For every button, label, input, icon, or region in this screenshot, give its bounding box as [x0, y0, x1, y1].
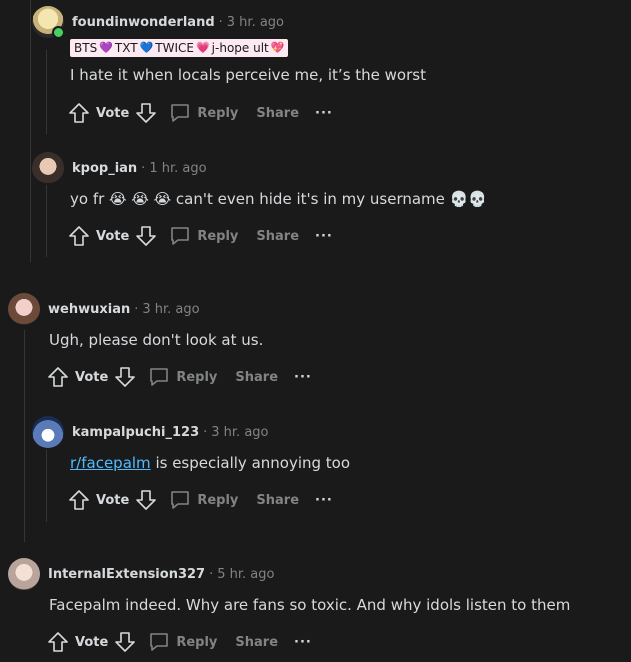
- reply-button[interactable]: Reply: [169, 225, 238, 247]
- username[interactable]: kpop_ian: [72, 161, 137, 176]
- comment-actions: Vote Reply Share ···: [47, 628, 312, 656]
- comment: kpop_ian · 1 hr. ago yo fr 😭 😭 😭 can't e…: [32, 150, 631, 246]
- subreddit-link[interactable]: r/facepalm: [70, 454, 151, 472]
- comment-icon: [150, 368, 169, 386]
- comment-body: Facepalm indeed. Why are fans so toxic. …: [49, 596, 571, 614]
- downvote-icon[interactable]: [135, 225, 157, 247]
- comment-actions: Vote Reply Share ···: [68, 486, 333, 514]
- timestamp[interactable]: 1 hr. ago: [149, 161, 206, 176]
- comment-body: Ugh, please don't look at us.: [49, 331, 264, 349]
- thread-line[interactable]: [30, 0, 31, 262]
- purple-heart-icon: 💜: [99, 41, 113, 54]
- downvote-icon[interactable]: [114, 366, 136, 388]
- timestamp[interactable]: 5 hr. ago: [217, 567, 274, 582]
- avatar[interactable]: [8, 293, 40, 325]
- share-button[interactable]: Share: [235, 635, 278, 650]
- separator: ·: [203, 424, 208, 440]
- more-options-button[interactable]: ···: [294, 370, 312, 385]
- upvote-icon[interactable]: [47, 366, 69, 388]
- comment-icon: [150, 633, 169, 651]
- thread-line[interactable]: [46, 50, 47, 134]
- online-status-icon: [52, 26, 65, 39]
- comment-body: r/facepalm is especially annoying too: [70, 454, 351, 472]
- more-options-button[interactable]: ···: [315, 229, 333, 244]
- separator: ·: [141, 160, 146, 176]
- timestamp[interactable]: 3 hr. ago: [227, 15, 284, 30]
- vote-count: Vote: [75, 369, 109, 385]
- comment: kampalpuchi_123 · 3 hr. ago r/facepalm i…: [32, 414, 631, 510]
- downvote-icon[interactable]: [135, 102, 157, 124]
- upvote-icon[interactable]: [68, 489, 90, 511]
- avatar[interactable]: [32, 152, 64, 184]
- more-options-button[interactable]: ···: [294, 635, 312, 650]
- thread-line[interactable]: [46, 450, 47, 522]
- comment-icon: [171, 491, 190, 509]
- more-options-button[interactable]: ···: [315, 493, 333, 508]
- reply-button[interactable]: Reply: [148, 631, 217, 653]
- separator: ·: [134, 301, 139, 317]
- vote-count: Vote: [96, 492, 130, 508]
- user-flair: BTS 💜 TXT 💙 TWICE 💗 j-hope ult 💖: [70, 39, 289, 57]
- downvote-icon[interactable]: [135, 489, 157, 511]
- share-button[interactable]: Share: [256, 229, 299, 244]
- comment-icon: [171, 104, 190, 122]
- upvote-icon[interactable]: [68, 225, 90, 247]
- avatar[interactable]: [32, 416, 64, 448]
- comment-icon: [171, 227, 190, 245]
- sparkling-heart-icon: 💖: [270, 41, 285, 54]
- reply-button[interactable]: Reply: [148, 366, 217, 388]
- downvote-icon[interactable]: [114, 631, 136, 653]
- username[interactable]: InternalExtension327: [48, 567, 205, 582]
- thread-line[interactable]: [24, 330, 25, 542]
- comment-actions: Vote Reply Share ···: [47, 363, 312, 391]
- timestamp[interactable]: 3 hr. ago: [211, 425, 268, 440]
- comment: InternalExtension327 · 5 hr. ago Facepal…: [8, 556, 631, 652]
- vote-count: Vote: [96, 105, 130, 121]
- username[interactable]: foundinwonderland: [72, 15, 215, 30]
- username[interactable]: wehwuxian: [48, 302, 130, 317]
- blue-heart-icon: 💙: [139, 41, 154, 54]
- separator: ·: [209, 566, 214, 582]
- upvote-icon[interactable]: [68, 102, 90, 124]
- username[interactable]: kampalpuchi_123: [72, 425, 199, 440]
- upvote-icon[interactable]: [47, 631, 69, 653]
- vote-count: Vote: [75, 634, 109, 650]
- comment-actions: Vote Reply Share ···: [68, 99, 333, 127]
- more-options-button[interactable]: ···: [315, 106, 333, 121]
- share-button[interactable]: Share: [235, 370, 278, 385]
- separator: ·: [218, 14, 223, 30]
- avatar[interactable]: [8, 558, 40, 590]
- comment-body: I hate it when locals perceive me, it’s …: [70, 66, 426, 84]
- timestamp[interactable]: 3 hr. ago: [142, 302, 199, 317]
- thread-line[interactable]: [46, 185, 47, 257]
- vote-count: Vote: [96, 228, 130, 244]
- avatar[interactable]: [32, 6, 65, 39]
- comment-actions: Vote Reply Share ···: [68, 222, 333, 250]
- share-button[interactable]: Share: [256, 106, 299, 121]
- comment-body: yo fr 😭 😭 😭 can't even hide it's in my u…: [70, 190, 488, 208]
- comment: wehwuxian · 3 hr. ago Ugh, please don't …: [8, 291, 631, 387]
- share-button[interactable]: Share: [256, 493, 299, 508]
- pink-heart-icon: 💗: [195, 41, 210, 54]
- reply-button[interactable]: Reply: [169, 102, 238, 124]
- reply-button[interactable]: Reply: [169, 489, 238, 511]
- comment: foundinwonderland · 3 hr. ago BTS 💜 TXT …: [32, 4, 631, 123]
